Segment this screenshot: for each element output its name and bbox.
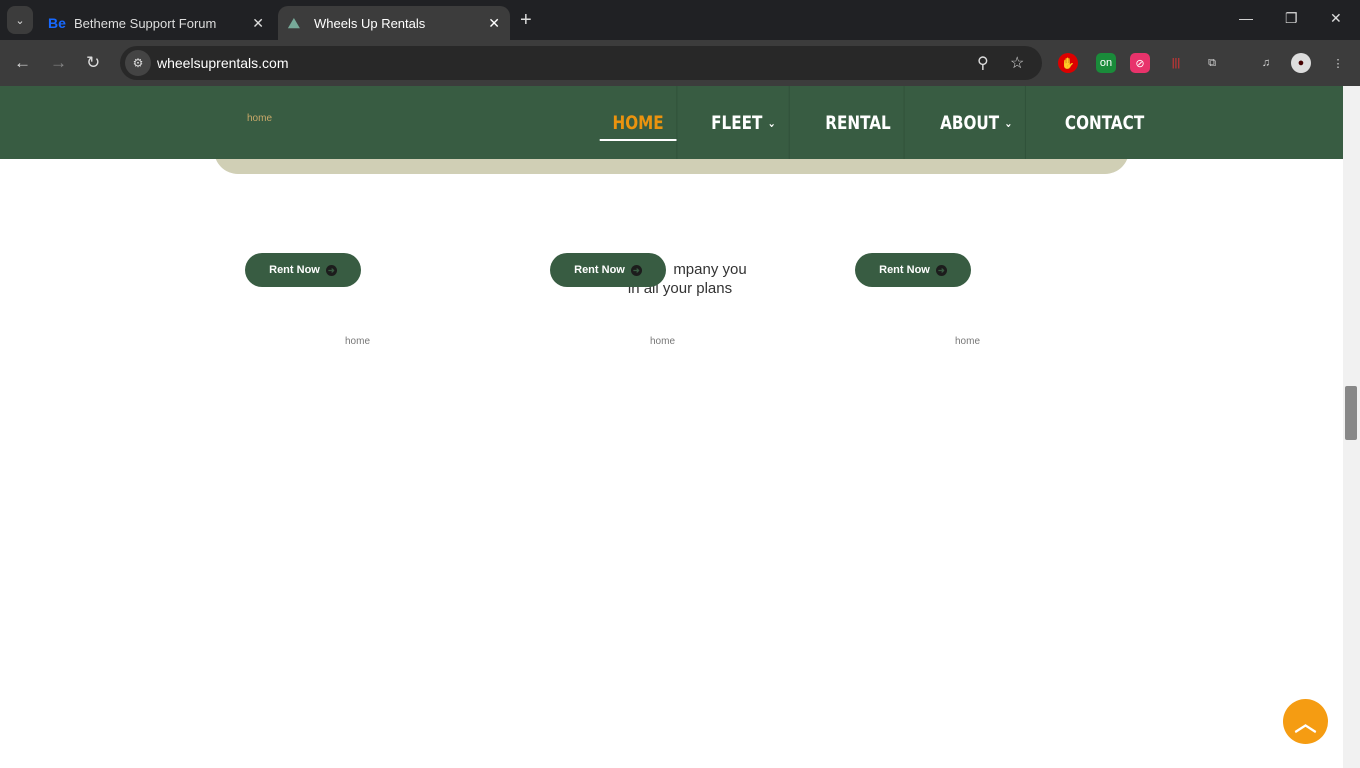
- tab-search-button[interactable]: ⌄: [7, 6, 33, 34]
- toggle-extension-icon[interactable]: on: [1096, 53, 1116, 73]
- back-icon[interactable]: ←: [14, 53, 31, 73]
- chevron-down-icon: ⌄: [767, 115, 776, 130]
- adblock-extension-icon[interactable]: ✋: [1058, 53, 1078, 73]
- url-text[interactable]: wheelsuprentals.com: [157, 55, 289, 71]
- rent-now-button[interactable]: Rent Now ➜: [245, 253, 361, 287]
- scrollbar-thumb[interactable]: [1345, 386, 1357, 440]
- site-logo-broken-image[interactable]: home: [247, 113, 272, 124]
- tab-strip: ⌄ Be Betheme Support Forum ✕ ⛰ Wheels Up…: [0, 0, 1360, 40]
- menu-home[interactable]: HOME: [599, 86, 678, 159]
- broken-image: home: [955, 336, 981, 347]
- button-label: Rent Now: [574, 264, 625, 276]
- restore-button[interactable]: ❐: [1285, 10, 1298, 27]
- betheme-favicon-icon: Be: [48, 15, 66, 31]
- rent-now-button[interactable]: Rent Now ➜: [550, 253, 666, 287]
- back-to-top-button[interactable]: ︿: [1283, 699, 1328, 744]
- menu-label: RENTAL: [824, 111, 891, 134]
- menu-rental[interactable]: RENTAL: [812, 86, 904, 159]
- rent-now-button[interactable]: Rent Now ➜: [855, 253, 971, 287]
- menu-contact[interactable]: CONTACT: [1052, 86, 1157, 159]
- tab-title: Betheme Support Forum: [74, 15, 217, 31]
- button-label: Rent Now: [879, 264, 930, 276]
- menu-label: CONTACT: [1064, 111, 1145, 134]
- menu-kebab-icon[interactable]: ⋮: [1328, 53, 1348, 73]
- page-scrollbar[interactable]: [1343, 86, 1360, 768]
- minimize-button[interactable]: —: [1239, 10, 1253, 26]
- extensions-puzzle-icon[interactable]: ⧉: [1202, 53, 1222, 73]
- menu-about[interactable]: ABOUT ⌄: [928, 86, 1027, 159]
- menu-fleet[interactable]: FLEET ⌄: [698, 86, 790, 159]
- profile-avatar[interactable]: ●: [1291, 53, 1311, 73]
- bookmark-star-icon[interactable]: ☆: [1010, 53, 1024, 73]
- menu-label: FLEET: [711, 111, 763, 134]
- address-bar[interactable]: ⚙ wheelsuprentals.com ⚲ ☆: [120, 46, 1042, 80]
- close-window-button[interactable]: ✕: [1330, 10, 1342, 27]
- menu-label: ABOUT: [940, 111, 1000, 134]
- zoom-icon[interactable]: ⚲: [977, 53, 989, 73]
- chevron-up-icon: ︿: [1294, 710, 1317, 736]
- arrow-right-icon: ➜: [630, 264, 642, 276]
- main-menu: HOME FLEET ⌄ RENTAL ABOUT ⌄ CONTACT: [590, 86, 1170, 159]
- tab-wheels-up[interactable]: ⛰ Wheels Up Rentals ✕: [278, 6, 510, 40]
- tab-title: Wheels Up Rentals: [314, 15, 426, 31]
- broken-image: home: [345, 336, 371, 347]
- new-tab-button[interactable]: +: [520, 9, 532, 32]
- close-tab-icon[interactable]: ✕: [252, 15, 264, 32]
- media-control-icon[interactable]: ♫: [1256, 53, 1276, 73]
- arrow-right-icon: ➜: [325, 264, 337, 276]
- wheels-favicon-icon: ⛰: [288, 14, 300, 31]
- webpage: home HOME FLEET ⌄ RENTAL ABOUT ⌄ CONTACT…: [0, 86, 1343, 768]
- reload-icon[interactable]: ↻: [86, 53, 100, 73]
- forward-icon[interactable]: →: [50, 53, 67, 73]
- site-info-icon[interactable]: ⚙: [125, 50, 151, 76]
- site-header: home HOME FLEET ⌄ RENTAL ABOUT ⌄ CONTACT: [0, 86, 1343, 159]
- broken-image: home: [650, 336, 676, 347]
- chevron-down-icon: ⌄: [1004, 115, 1013, 130]
- audio-extension-icon[interactable]: |||: [1166, 53, 1186, 73]
- menu-label: HOME: [612, 111, 664, 134]
- browser-toolbar: ← → ↻ ⚙ wheelsuprentals.com ⚲ ☆ ✋ on ⊘ |…: [0, 40, 1360, 86]
- arrow-right-icon: ➜: [935, 264, 947, 276]
- extension-icon[interactable]: ⊘: [1130, 53, 1150, 73]
- close-tab-icon[interactable]: ✕: [488, 15, 500, 32]
- tab-betheme[interactable]: Be Betheme Support Forum ✕: [38, 6, 274, 40]
- button-label: Rent Now: [269, 264, 320, 276]
